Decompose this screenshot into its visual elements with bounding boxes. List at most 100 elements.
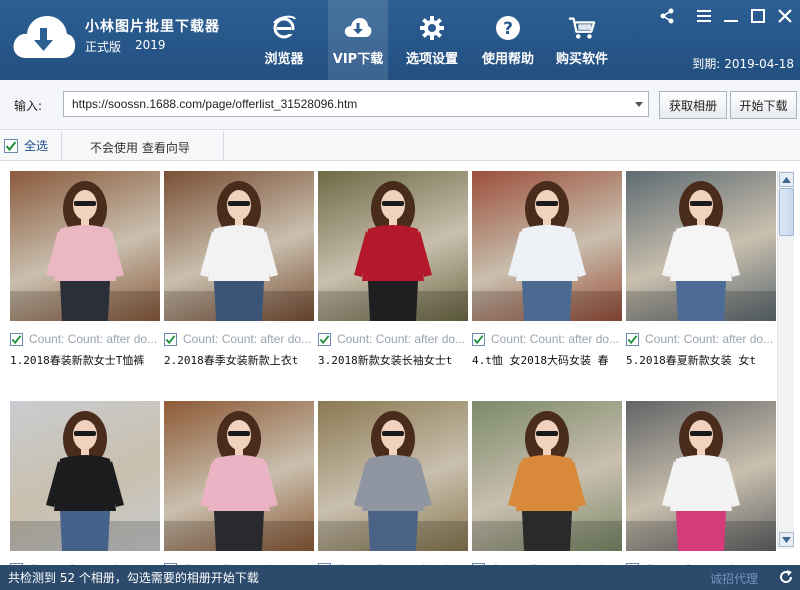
toolbar-divider [61, 131, 62, 161]
album-card[interactable]: Count: Count: after do... 1.2018春装新款女士T恤裤 [10, 171, 160, 367]
menu-icon[interactable] [694, 6, 714, 26]
ie-browser-icon [270, 14, 298, 42]
gallery-scrollbar[interactable] [777, 171, 794, 549]
album-card[interactable]: Count: Count: after do... 2.2018春季女装新款上衣t [164, 171, 314, 367]
check-icon [473, 334, 484, 344]
album-thumbnail[interactable] [164, 171, 314, 321]
album-checkbox[interactable] [626, 332, 639, 346]
input-label: 输入: [14, 99, 43, 113]
model-photo [318, 411, 468, 551]
album-meta: Count: Count: after do... [472, 331, 622, 347]
agent-recruit-link[interactable]: 诚招代理 [710, 570, 758, 587]
dropdown-arrow-icon[interactable] [634, 99, 644, 109]
expiry-date: 2019-04-18 [724, 57, 794, 71]
album-thumbnail[interactable] [626, 171, 776, 321]
fetch-album-button[interactable]: 获取相册 [659, 91, 727, 119]
minimize-icon[interactable] [721, 6, 741, 26]
app-year: 2019 [135, 38, 166, 52]
gear-icon [418, 14, 446, 42]
checkbox[interactable] [4, 138, 18, 153]
app-edition: 正式版 [85, 40, 122, 54]
nav-help-label: 使用帮助 [481, 52, 534, 67]
status-bar: 共检测到 52 个相册，勾选需要的相册开始下载 诚招代理 [0, 565, 800, 590]
share-icon[interactable] [657, 6, 677, 26]
album-title: 1.2018春装新款女士T恤裤 [10, 354, 145, 367]
nav-vip-download-button[interactable]: VIP下载 [328, 0, 388, 80]
expiry-label: 到期: [692, 57, 721, 71]
help-icon: ? [494, 14, 522, 42]
album-card[interactable]: Count: Count: after do...10.2018春季新款白色长袖… [626, 401, 776, 565]
model-photo [164, 411, 314, 551]
nav-buy-label: 购买软件 [555, 52, 608, 67]
album-card[interactable]: Count: Count: after do...6.2018春装新款黑色印花t [10, 401, 160, 565]
album-title: 2.2018春季女装新款上衣t [164, 354, 299, 367]
album-title: 3.2018新款女装长袖女士t [318, 354, 453, 367]
cloud-download-logo-icon [13, 16, 76, 58]
scroll-up-arrow-icon[interactable] [779, 172, 794, 187]
album-thumbnail[interactable] [10, 401, 160, 551]
nav-vip-download-label: VIP下载 [332, 52, 384, 67]
url-input[interactable] [64, 92, 624, 116]
album-meta: Count: Count: after do... [10, 331, 160, 347]
album-thumbnail[interactable] [318, 401, 468, 551]
album-meta: Count: Count: after do... [164, 331, 314, 347]
scroll-thumb[interactable] [779, 188, 794, 236]
album-card[interactable]: Count: Count: after do...9.2018春装新款橙色上衣t [472, 401, 622, 565]
album-thumbnail[interactable] [164, 401, 314, 551]
model-photo [10, 411, 160, 551]
status-text: 共检测到 52 个相册，勾选需要的相册开始下载 [8, 571, 259, 585]
album-card[interactable]: Count: Count: after do... 3.2018新款女装长袖女士t [318, 171, 468, 367]
nav-options-button[interactable]: 选项设置 [400, 0, 464, 80]
model-photo [318, 181, 468, 321]
album-card[interactable]: Count: Count: after do... 4.t恤 女2018大码女装 … [472, 171, 622, 367]
check-icon [165, 334, 176, 344]
model-photo [164, 181, 314, 321]
close-icon[interactable] [775, 6, 795, 26]
scroll-down-arrow-icon[interactable] [779, 532, 794, 547]
model-photo [472, 181, 622, 321]
check-icon [11, 334, 22, 344]
album-card[interactable]: Count: Count: after do...7.2018春季新款女装粉色t [164, 401, 314, 565]
album-thumbnail[interactable] [10, 171, 160, 321]
album-count: Count: Count: after do... [183, 332, 312, 346]
album-thumbnail[interactable] [318, 171, 468, 321]
check-icon [319, 334, 330, 344]
album-title: 5.2018春夏新款女装 女t [626, 354, 756, 367]
maximize-icon[interactable] [748, 6, 768, 26]
model-photo [626, 181, 776, 321]
album-count: Count: Count: after do... [29, 332, 158, 346]
album-title: 4.t恤 女2018大码女装 春 [472, 354, 609, 367]
album-count: Count: Count: after do... [491, 332, 620, 346]
cloud-download-icon [344, 14, 372, 42]
select-all-checkbox[interactable]: 全选 [4, 137, 48, 154]
model-photo [10, 181, 160, 321]
album-gallery: Count: Count: after do... 1.2018春装新款女士T恤裤… [0, 162, 800, 565]
nav-buy-button[interactable]: 购买软件 [552, 0, 612, 80]
nav-browser-button[interactable]: 浏览器 [258, 0, 310, 80]
start-download-button[interactable]: 开始下载 [730, 91, 797, 119]
album-thumbnail[interactable] [626, 401, 776, 551]
view-guide-link[interactable]: 不会使用 查看向导 [90, 139, 190, 156]
cart-icon [568, 14, 596, 42]
select-all-label: 全选 [24, 139, 49, 153]
nav-help-button[interactable]: ? 使用帮助 [478, 0, 538, 80]
model-photo [472, 411, 622, 551]
url-combobox[interactable] [63, 91, 649, 117]
album-checkbox[interactable] [10, 332, 23, 346]
album-checkbox[interactable] [318, 332, 331, 346]
selection-toolbar: 全选 不会使用 查看向导 [0, 131, 800, 161]
svg-text:?: ? [503, 19, 513, 39]
album-checkbox[interactable] [164, 332, 177, 346]
album-checkbox[interactable] [472, 332, 485, 346]
album-thumbnail[interactable] [472, 401, 622, 551]
album-count: Count: Count: after do... [337, 332, 466, 346]
album-count: Count: Count: after do... [645, 332, 774, 346]
model-photo [626, 411, 776, 551]
album-card[interactable]: Count: Count: after do...8.2018新款女装条纹上衣t [318, 401, 468, 565]
album-card[interactable]: Count: Count: after do... 5.2018春夏新款女装 女t [626, 171, 776, 367]
app-header: 小林图片批里下载器 正式版 2019 浏览器 VIP下载 选项设置 ? 使用帮助… [0, 0, 800, 80]
album-thumbnail[interactable] [472, 171, 622, 321]
refresh-icon[interactable] [778, 569, 794, 585]
expiry-info: 到期: 2019-04-18 [688, 55, 794, 72]
nav-options-label: 选项设置 [405, 52, 458, 67]
